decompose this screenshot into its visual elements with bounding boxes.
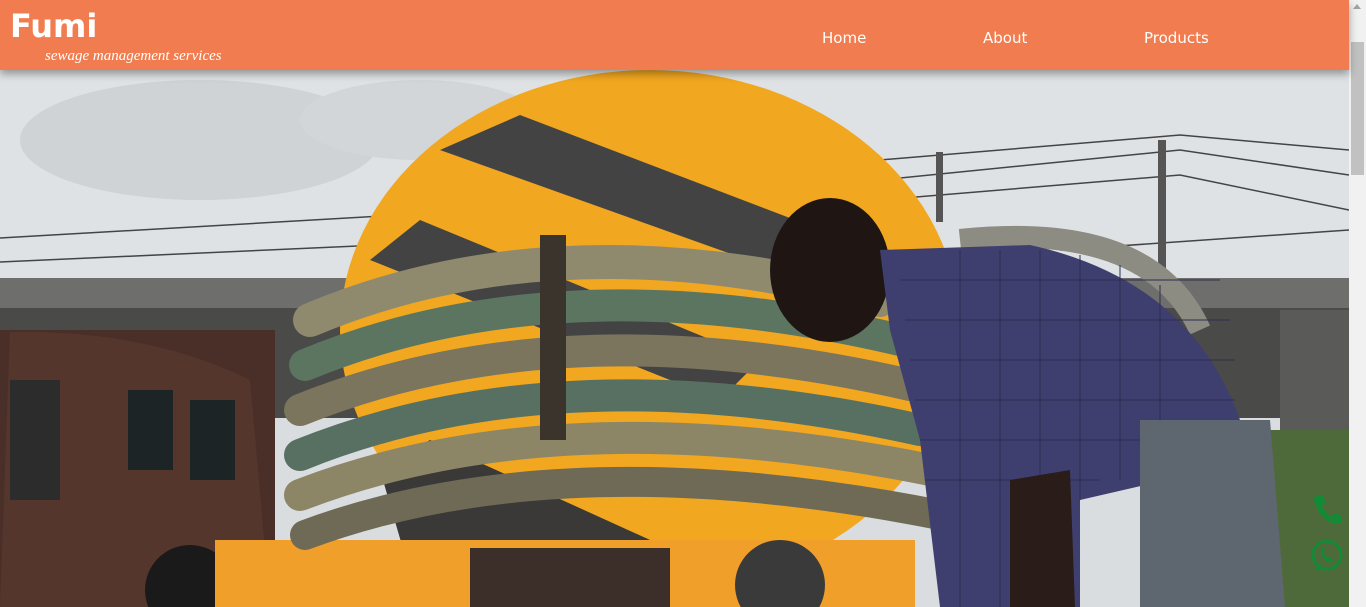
nav-about-link[interactable]: About [983, 29, 1027, 47]
scroll-up-icon[interactable] [1353, 4, 1361, 9]
site-tagline: sewage management services [45, 48, 222, 64]
site-header: Fumi sewage management services Home Abo… [0, 0, 1349, 70]
hero-image [0, 0, 1349, 607]
whatsapp-icon[interactable] [1308, 537, 1346, 575]
nav-products-link[interactable]: Products [1144, 29, 1209, 47]
page-scrollbar[interactable] [1349, 0, 1366, 607]
phone-icon[interactable] [1308, 490, 1346, 528]
site-logo[interactable]: Fumi [10, 6, 97, 46]
scrollbar-thumb[interactable] [1351, 42, 1364, 175]
nav-home-link[interactable]: Home [822, 29, 866, 47]
